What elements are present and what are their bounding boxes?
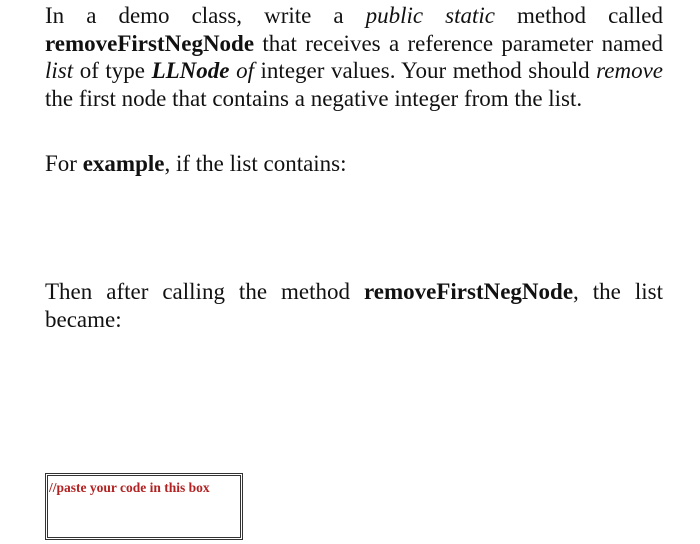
method-name: removeFirstNegNode [363, 279, 574, 304]
code-placeholder: //paste your code in this box [49, 480, 210, 495]
problem-statement: In a demo class, write a public static m… [45, 2, 663, 112]
text: Then after calling the method [45, 279, 364, 304]
text: , if the list contains: [164, 151, 347, 176]
parameter-name: list [45, 58, 74, 83]
method-name: removeFirstNegNode [45, 30, 255, 56]
text: For [45, 151, 83, 176]
type-name: LLNode [151, 58, 230, 83]
code-answer-box[interactable]: //paste your code in this box [45, 473, 243, 540]
text: integer values. Your method should [253, 58, 597, 83]
example-intro: For example, if the list contains: [45, 150, 663, 178]
modifier-text: public static [365, 3, 495, 28]
result-intro: Then after calling the method removeFirs… [45, 278, 663, 333]
text: that receives a reference parameter name… [254, 30, 663, 56]
text: method called [495, 3, 663, 28]
example-word: example [82, 151, 165, 176]
text: the first node that contains a negative … [45, 85, 583, 111]
action-word: remove [596, 58, 664, 83]
text: of type [73, 58, 152, 83]
text: of [236, 58, 254, 83]
text: In a demo class, write a [45, 3, 366, 28]
